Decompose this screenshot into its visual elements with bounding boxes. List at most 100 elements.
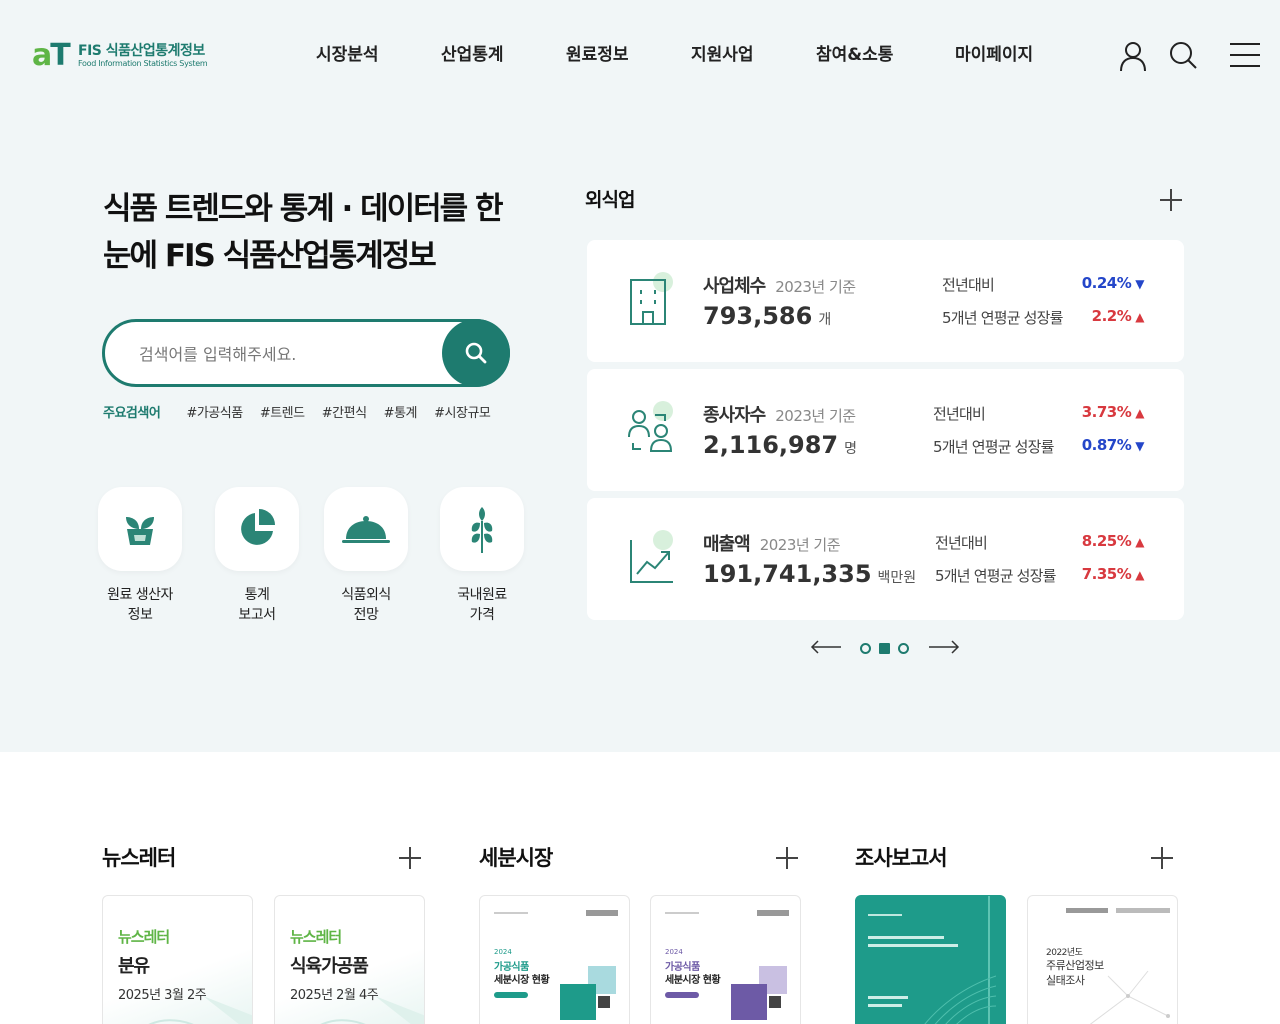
people-icon: [628, 401, 673, 452]
search-input[interactable]: [139, 341, 429, 367]
cover-year: 2024: [494, 948, 512, 956]
down-arrow-icon: ▼: [1135, 277, 1144, 291]
stat-card-businesses: 사업체수 2023년 기준 793,586 개 전년대비 0.24% ▼ 5개년 연평…: [587, 240, 1184, 362]
stat-value-number: 191,741,335: [703, 560, 872, 588]
nav-support-programs[interactable]: 지원사업: [691, 43, 754, 67]
user-icon[interactable]: [1118, 40, 1148, 72]
newsletter-title: 뉴스레터: [102, 846, 176, 870]
hero-headline-line2: 눈에 FIS 식품산업통계정보: [103, 238, 437, 274]
growth-chart-icon: [630, 530, 673, 583]
cover-logo-mark: [1066, 908, 1108, 913]
nav-participation[interactable]: 참여&소통: [816, 43, 893, 67]
decorative-wave-icon: [148, 996, 252, 1024]
prev-arrow-icon[interactable]: [810, 637, 842, 657]
cover-tag: [665, 992, 699, 998]
yoy-label: 전년대비: [942, 276, 995, 294]
cover-logo-mark: [586, 910, 618, 916]
up-arrow-icon: ▲: [1135, 568, 1144, 582]
stat-base-year: 2023년 기준: [775, 407, 856, 425]
pager-dot[interactable]: [860, 643, 871, 654]
nav-my-page[interactable]: 마이페이지: [955, 43, 1033, 67]
stats-more-plus-icon[interactable]: [1160, 189, 1182, 211]
stat-name: 종사자수 2023년 기준: [703, 401, 856, 427]
keyword-link[interactable]: #시장규모: [434, 406, 491, 421]
cover-rule: [665, 912, 699, 914]
quicklink-icon-box: [98, 487, 182, 571]
yoy-value-text: 3.73%: [1081, 403, 1132, 421]
up-arrow-icon: ▲: [1135, 406, 1144, 420]
yoy-label: 전년대비: [933, 405, 986, 423]
research-report-cover[interactable]: [855, 895, 1006, 1024]
stat-name-text: 사업체수: [703, 276, 766, 297]
stat-name: 사업체수 2023년 기준: [703, 272, 856, 298]
cagr-value-text: 0.87%: [1081, 436, 1132, 454]
quicklink-icon-box: [215, 487, 299, 571]
cover-text-line: [868, 996, 908, 999]
keyword-link[interactable]: #간편식: [322, 406, 367, 421]
at-logo-mark: aT: [32, 38, 71, 73]
quicklink-label: 보고서: [238, 607, 276, 623]
market-report-cover[interactable]: 2024 가공식품 세분시장 현황: [650, 895, 801, 1024]
pager-dot-active[interactable]: [879, 643, 890, 654]
site-header: aT FIS 식품산업통계정보 Food Information Statist…: [0, 0, 1280, 110]
logo-title: FIS 식품산업통계정보: [78, 43, 205, 59]
cagr-value: 0.87% ▼: [1081, 436, 1145, 454]
hero-headline: 식품 트렌드와 통계 · 데이터를 한 눈에 FIS 식품산업통계정보: [103, 186, 523, 280]
stat-unit: 백만원: [877, 570, 917, 586]
nav-market-analysis[interactable]: 시장분석: [316, 43, 379, 67]
sprout-icon: [126, 517, 154, 545]
cover-line2: 세분시장 현황: [665, 975, 721, 986]
quicklink-label: 국내원료: [457, 587, 507, 603]
reports-title: 조사보고서: [855, 846, 948, 870]
cover-text-line: [868, 936, 944, 939]
cover-network-pattern-icon: [1089, 970, 1170, 1024]
stat-value: 793,586 개: [703, 302, 831, 330]
cover-logo-mark: [757, 910, 789, 916]
cover-contour-pattern-icon: [924, 975, 996, 1024]
cover-logo-mark: [1116, 908, 1170, 913]
quicklink-food-outlook[interactable]: 식품외식전망: [311, 487, 421, 625]
next-arrow-icon[interactable]: [928, 637, 960, 657]
search-icon[interactable]: [1168, 40, 1198, 72]
site-logo[interactable]: aT FIS 식품산업통계정보 Food Information Statist…: [32, 38, 208, 73]
newsletter-more-plus-icon[interactable]: [399, 847, 421, 869]
menu-icon[interactable]: [1230, 40, 1260, 72]
stat-card-revenue: 매출액 2023년 기준 191,741,335 백만원 전년대비 8.25% ▲ 5…: [587, 498, 1184, 620]
quicklink-label: 가격: [469, 607, 495, 623]
newsletter-card[interactable]: 뉴스레터 분유 2025년 3월 2주: [102, 895, 253, 1024]
market-title: 세분시장: [479, 846, 553, 870]
nav-raw-material-info[interactable]: 원료정보: [566, 43, 629, 67]
stat-name-text: 매출액: [703, 534, 751, 555]
market-more-plus-icon[interactable]: [776, 847, 798, 869]
nav-industry-stats[interactable]: 산업통계: [441, 43, 504, 67]
yoy-value: 3.73% ▲: [1081, 403, 1145, 421]
pager-dot[interactable]: [898, 643, 909, 654]
search-icon: [465, 342, 487, 364]
research-report-cover[interactable]: 2022년도 주류산업정보 실태조사: [1027, 895, 1178, 1024]
quicklink-icon-box: [440, 487, 524, 571]
keyword-link[interactable]: #가공식품: [186, 406, 243, 421]
keyword-link[interactable]: #통계: [384, 406, 418, 421]
cover-block: [598, 996, 610, 1008]
cagr-label: 5개년 연평균 성장률: [933, 438, 1054, 456]
keyword-link[interactable]: #트렌드: [260, 406, 305, 421]
quicklink-label: 식품외식: [341, 587, 391, 603]
search-button[interactable]: [442, 319, 510, 387]
quicklink-stat-reports[interactable]: 통계 보고서: [202, 487, 312, 625]
quicklink-raw-prices[interactable]: 국내원료가격: [427, 487, 537, 625]
cover-text-line: [868, 1004, 902, 1007]
quicklink-label: 전망: [353, 607, 379, 623]
yoy-value-text: 0.24%: [1081, 274, 1132, 292]
up-arrow-icon: ▲: [1135, 310, 1144, 324]
cover-block: [560, 984, 596, 1020]
market-report-cover[interactable]: 2024 가공식품 세분시장 현황: [479, 895, 630, 1024]
hero-search-box: [102, 319, 510, 387]
quicklink-producer-info[interactable]: 원료 생산자 정보: [85, 487, 195, 625]
yoy-label: 전년대비: [935, 534, 988, 552]
reports-more-plus-icon[interactable]: [1151, 847, 1173, 869]
stat-unit: 개: [818, 312, 832, 328]
cagr-value: 7.35% ▲: [1082, 565, 1145, 583]
quicklink-icon-box: [324, 487, 408, 571]
hero-headline-line1: 식품 트렌드와 통계 · 데이터를 한: [103, 191, 504, 227]
newsletter-card[interactable]: 뉴스레터 식육가공품 2025년 2월 4주: [274, 895, 425, 1024]
